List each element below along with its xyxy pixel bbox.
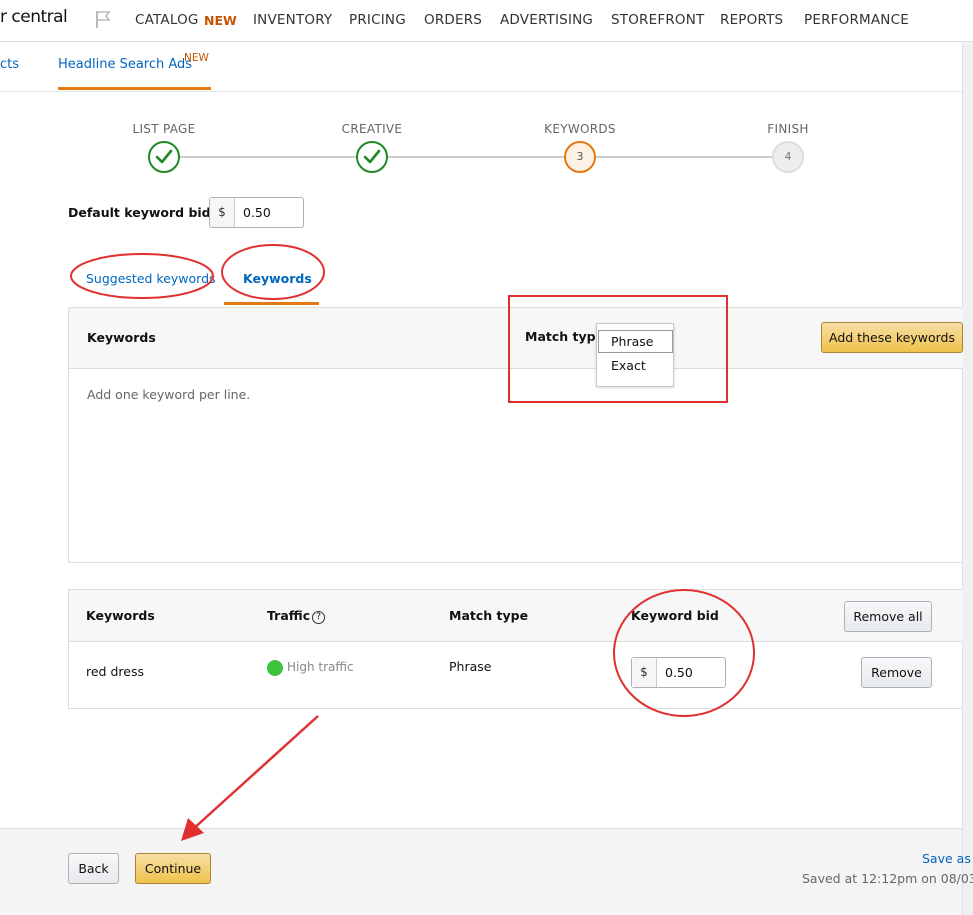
tab-keywords[interactable]: Keywords xyxy=(243,271,312,286)
column-header-traffic: Traffic? xyxy=(267,608,326,624)
step-connector xyxy=(388,156,566,158)
match-type-option-exact[interactable]: Exact xyxy=(598,355,673,378)
keyword-entry-header: Keywords Match type Add these keywords xyxy=(69,308,963,369)
default-bid-label: Default keyword bid xyxy=(68,205,211,220)
keyword-textarea[interactable]: Add one keyword per line. xyxy=(87,387,250,402)
tab-suggested-keywords[interactable]: Suggested keywords xyxy=(86,271,216,286)
subtab-new-badge: NEW xyxy=(184,52,209,64)
sub-navigation: cts Headline Search Ads NEW xyxy=(0,42,962,92)
step-label-creative: CREATIVE xyxy=(341,122,403,136)
keywords-table-header: Keywords Traffic? Match type Keyword bid… xyxy=(69,590,963,642)
help-icon[interactable]: ? xyxy=(312,611,326,624)
flag-icon[interactable] xyxy=(94,9,112,33)
nav-reports[interactable]: REPORTS xyxy=(720,12,783,28)
keywords-header-label: Keywords xyxy=(87,330,156,345)
nav-advertising[interactable]: ADVERTISING xyxy=(500,12,593,28)
nav-catalog-new-badge: NEW xyxy=(204,13,237,28)
checkmark-icon xyxy=(155,149,173,164)
step-keywords-number: 3 xyxy=(564,141,596,173)
add-these-keywords-button[interactable]: Add these keywords xyxy=(821,322,963,353)
active-subtab-indicator xyxy=(58,87,211,90)
step-connector xyxy=(596,156,772,158)
keywords-table: Keywords Traffic? Match type Keyword bid… xyxy=(68,589,963,709)
subtab-products[interactable]: cts xyxy=(0,57,19,72)
step-label-finish: FINISH xyxy=(767,122,809,136)
continue-button[interactable]: Continue xyxy=(135,853,211,884)
keyword-cell: red dress xyxy=(86,664,144,679)
keyword-bid-value[interactable]: 0.50 xyxy=(657,658,725,687)
nav-pricing[interactable]: PRICING xyxy=(349,12,406,28)
default-bid-input[interactable]: $ 0.50 xyxy=(209,197,304,228)
keyword-bid-input[interactable]: $ 0.50 xyxy=(631,657,726,688)
default-bid-value[interactable]: 0.50 xyxy=(235,198,303,227)
step-connector xyxy=(180,156,360,158)
nav-inventory[interactable]: INVENTORY xyxy=(253,12,332,28)
footer-bar: Back Continue Save as Saved at 12:12pm o… xyxy=(0,828,973,915)
column-header-keyword-bid: Keyword bid xyxy=(631,608,719,623)
traffic-header-label: Traffic xyxy=(267,608,311,623)
nav-orders[interactable]: ORDERS xyxy=(424,12,482,28)
traffic-cell: High traffic xyxy=(287,660,354,674)
column-header-match-type: Match type xyxy=(449,608,529,623)
active-tab-indicator xyxy=(224,302,319,305)
top-navigation: r central CATALOG NEW INVENTORY PRICING … xyxy=(0,0,973,42)
back-button[interactable]: Back xyxy=(68,853,119,884)
checkmark-icon xyxy=(363,149,381,164)
subtab-headline-search-ads[interactable]: Headline Search Ads xyxy=(58,57,192,72)
column-header-keywords: Keywords xyxy=(86,608,155,623)
nav-catalog[interactable]: CATALOG xyxy=(135,12,199,28)
currency-symbol: $ xyxy=(210,198,235,227)
nav-storefront[interactable]: STOREFRONT xyxy=(611,12,704,28)
remove-all-button[interactable]: Remove all xyxy=(844,601,932,632)
traffic-indicator-icon xyxy=(267,660,283,676)
step-label-keywords: KEYWORDS xyxy=(544,122,616,136)
currency-symbol: $ xyxy=(632,658,657,687)
vertical-scrollbar[interactable] xyxy=(962,42,973,915)
nav-performance[interactable]: PERFORMANCE xyxy=(804,12,909,28)
saved-timestamp: Saved at 12:12pm on 08/03 xyxy=(802,871,973,886)
match-type-label: Match type xyxy=(525,329,605,344)
remove-button[interactable]: Remove xyxy=(861,657,932,688)
step-creative-check xyxy=(356,141,388,173)
step-finish-number: 4 xyxy=(772,141,804,173)
save-as-draft-link[interactable]: Save as xyxy=(922,851,971,866)
keyword-entry-panel: Keywords Match type Add these keywords P… xyxy=(68,307,963,563)
brand-logo[interactable]: r central xyxy=(0,7,68,27)
step-list-page-check xyxy=(148,141,180,173)
match-type-dropdown[interactable]: Phrase Exact xyxy=(596,323,674,387)
match-type-cell: Phrase xyxy=(449,659,492,674)
match-type-option-phrase[interactable]: Phrase xyxy=(598,330,673,353)
arrow-line xyxy=(191,715,319,831)
step-label-list-page: LIST PAGE xyxy=(132,122,196,136)
